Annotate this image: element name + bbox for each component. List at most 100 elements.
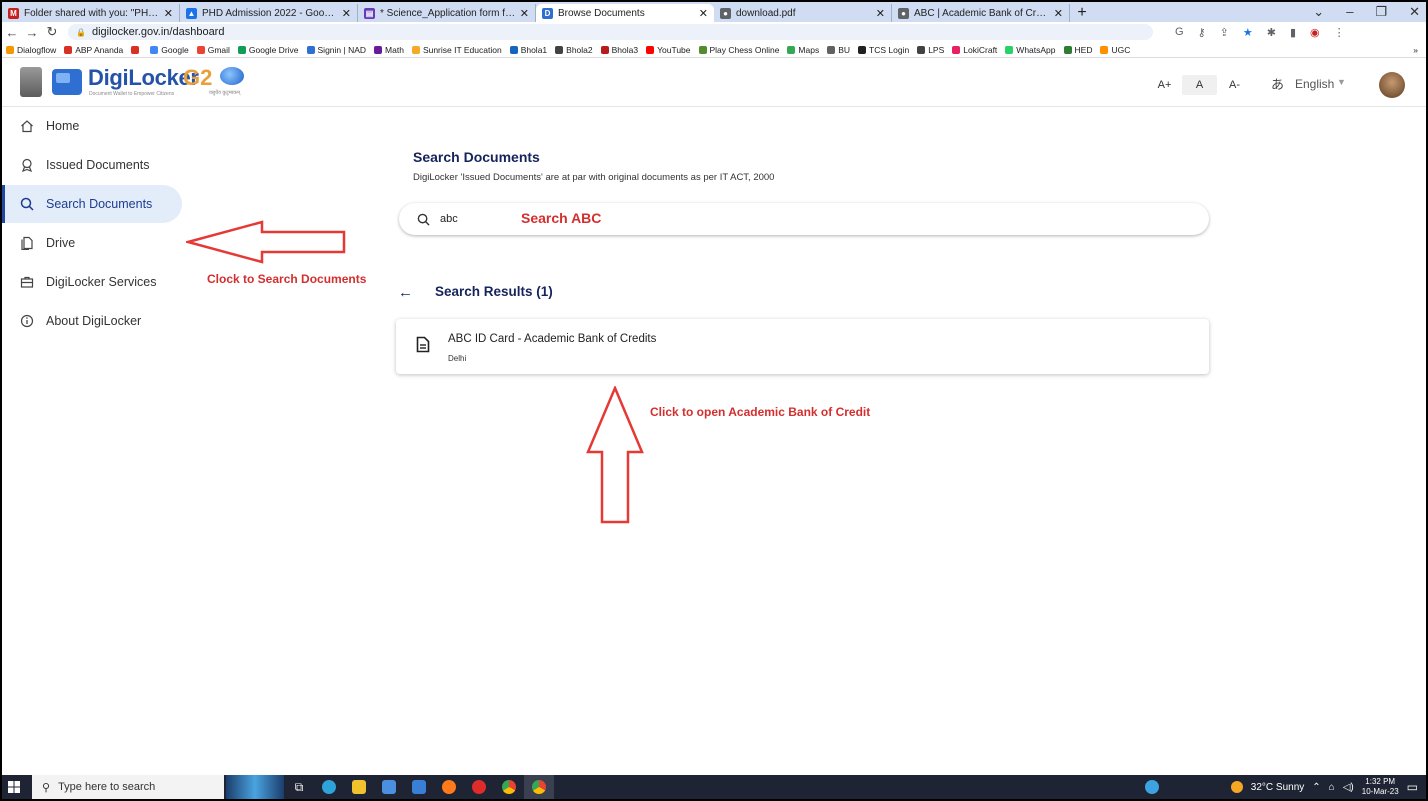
speaker-icon[interactable]: ◁) xyxy=(1343,782,1354,793)
sidebar-item-digilocker-services[interactable]: DigiLocker Services xyxy=(2,263,187,301)
bookmark-item[interactable]: UGC xyxy=(1100,45,1130,55)
close-tab-icon[interactable]: ✕ xyxy=(699,7,708,20)
new-tab-button[interactable]: + xyxy=(1070,4,1094,22)
firefox-icon[interactable] xyxy=(434,775,464,799)
key-icon[interactable]: ⚷ xyxy=(1198,26,1206,39)
national-emblem-icon xyxy=(20,67,42,97)
share-icon[interactable]: ⇪ xyxy=(1220,26,1229,39)
more-bookmarks-button[interactable]: » xyxy=(1413,45,1418,55)
font-size-button[interactable]: A xyxy=(1182,75,1217,95)
sidebar-item-label: Search Documents xyxy=(46,197,153,211)
bookmark-item[interactable]: Gmail xyxy=(196,44,230,55)
tab-favicon-icon: D xyxy=(542,7,553,19)
sidepanel-icon[interactable]: ▮ xyxy=(1290,26,1296,39)
translate-icon[interactable]: あ xyxy=(1271,74,1284,93)
bookmark-item[interactable]: Signin | NAD xyxy=(306,45,366,55)
bookmark-item[interactable]: Math xyxy=(374,45,404,55)
taskbar-clock[interactable]: 1:32 PM 10-Mar-23 xyxy=(1362,777,1399,797)
file-explorer-icon[interactable] xyxy=(344,775,374,799)
result-card[interactable]: ABC ID Card - Academic Bank of Credits D… xyxy=(396,319,1209,374)
chevron-up-icon[interactable]: ⌃ xyxy=(1312,782,1320,793)
bookmark-item[interactable] xyxy=(131,45,142,54)
sidebar-item-search-documents[interactable]: Search Documents xyxy=(2,185,182,223)
bookmark-star-icon[interactable]: ★ xyxy=(1243,26,1253,39)
bookmark-item[interactable]: Bhola3 xyxy=(600,45,638,55)
app-header: DigiLocker Document Wallet to Empower Ci… xyxy=(2,59,1426,107)
bookmark-item[interactable]: Google Drive xyxy=(237,45,299,55)
font-size-button[interactable]: A+ xyxy=(1147,75,1182,95)
bookmark-item[interactable]: Bhola2 xyxy=(555,45,593,55)
back-button[interactable]: ← xyxy=(2,25,22,40)
browser-tab-2[interactable]: ▤ * Science_Application form for ac ✕ xyxy=(358,4,536,22)
bookmark-item[interactable]: WhatsApp xyxy=(1005,44,1056,55)
back-arrow-icon[interactable]: ← xyxy=(398,284,413,301)
sidebar-item-issued-documents[interactable]: Issued Documents xyxy=(2,146,187,184)
forward-button[interactable]: → xyxy=(22,25,42,40)
close-tab-icon[interactable]: ✕ xyxy=(342,7,351,20)
bookmark-item[interactable]: TCS Login xyxy=(858,45,909,55)
bookmark-label: Gmail xyxy=(207,44,230,55)
task-view-icon[interactable]: ⧉ xyxy=(284,775,314,799)
chevron-down-icon[interactable]: ▼ xyxy=(1337,77,1346,87)
clock-time: 1:32 PM xyxy=(1365,777,1396,786)
home-icon xyxy=(20,119,34,133)
sidebar-item-label: Home xyxy=(46,119,80,133)
chrome-icon[interactable] xyxy=(494,775,524,799)
browser-tab-5[interactable]: ● ABC | Academic Bank of Credits ✕ xyxy=(892,4,1070,22)
bookmark-item[interactable]: ABP Ananda xyxy=(64,45,123,55)
sidebar-item-drive[interactable]: Drive xyxy=(2,224,187,262)
help-icon[interactable] xyxy=(1144,780,1159,794)
browser-tab-4[interactable]: ● download.pdf ✕ xyxy=(714,4,892,22)
close-tab-icon[interactable]: ✕ xyxy=(876,7,885,20)
weather-icon[interactable] xyxy=(1230,781,1243,793)
close-window-button[interactable]: ✕ xyxy=(1409,4,1420,20)
tab-search-icon[interactable]: ⌄ xyxy=(1313,4,1324,20)
bookmark-item[interactable]: Sunrise IT Education xyxy=(411,45,502,55)
search-input[interactable] xyxy=(440,213,510,225)
avatar[interactable] xyxy=(1379,72,1405,98)
extensions-icon[interactable]: ✱ xyxy=(1267,26,1276,39)
store-icon[interactable] xyxy=(374,775,404,799)
page-subtitle: DigiLocker 'Issued Documents' are at par… xyxy=(413,172,775,183)
result-title[interactable]: ABC ID Card - Academic Bank of Credits xyxy=(448,333,656,345)
close-tab-icon[interactable]: ✕ xyxy=(1054,7,1063,20)
edge-icon[interactable] xyxy=(314,775,344,799)
close-tab-icon[interactable]: ✕ xyxy=(520,7,529,20)
opera-icon[interactable] xyxy=(464,775,494,799)
profile-icon[interactable]: ◉ xyxy=(1310,26,1320,39)
taskbar-search-box[interactable]: ⚲ Type here to search xyxy=(32,775,224,799)
reload-button[interactable]: ↻ xyxy=(42,24,62,40)
bookmark-item[interactable]: Google xyxy=(150,45,189,55)
mail-icon[interactable] xyxy=(404,775,434,799)
cortana-banner[interactable] xyxy=(226,775,284,799)
chrome-active-icon[interactable] xyxy=(524,775,554,799)
google-lens-icon[interactable]: G xyxy=(1175,26,1184,39)
bookmark-item[interactable]: LPS xyxy=(917,45,944,55)
windows-start-button[interactable] xyxy=(2,775,26,799)
browser-tab-3[interactable]: D Browse Documents ✕ xyxy=(536,4,714,22)
menu-icon[interactable]: ⋮ xyxy=(1334,26,1345,39)
address-bar[interactable]: 🔒 digilocker.gov.in/dashboard xyxy=(68,24,1153,40)
bookmark-item[interactable]: Play Chess Online xyxy=(698,45,779,55)
digilocker-logo-icon[interactable] xyxy=(52,69,82,95)
font-size-button[interactable]: A- xyxy=(1217,75,1252,95)
bookmark-item[interactable]: Bhola1 xyxy=(509,45,547,55)
sidebar-item-about-digilocker[interactable]: About DigiLocker xyxy=(2,302,187,340)
minimize-button[interactable]: – xyxy=(1346,4,1353,20)
bookmark-item[interactable]: Maps xyxy=(787,45,819,55)
close-tab-icon[interactable]: ✕ xyxy=(164,7,173,20)
bookmark-item[interactable]: HED xyxy=(1063,45,1092,55)
weather-text[interactable]: 32°C Sunny xyxy=(1251,782,1304,793)
notifications-icon[interactable]: ▭ xyxy=(1407,780,1418,794)
bookmark-item[interactable]: YouTube xyxy=(646,45,691,55)
bookmark-item[interactable]: BU xyxy=(827,45,850,55)
browser-tab-1[interactable]: ▲ PHD Admission 2022 - Google D ✕ xyxy=(180,4,358,22)
sidebar-item-home[interactable]: Home xyxy=(2,107,187,145)
language-select[interactable]: English xyxy=(1295,77,1334,91)
browser-tab-0[interactable]: M Folder shared with you: "PHD Ad ✕ xyxy=(2,4,180,22)
bookmark-label: WhatsApp xyxy=(1016,44,1056,55)
network-icon[interactable]: ⌂ xyxy=(1329,782,1335,793)
bookmark-item[interactable]: LokiCraft xyxy=(952,45,997,55)
bookmark-item[interactable]: Dialogflow xyxy=(6,45,56,55)
restore-button[interactable]: ❐ xyxy=(1375,4,1387,20)
